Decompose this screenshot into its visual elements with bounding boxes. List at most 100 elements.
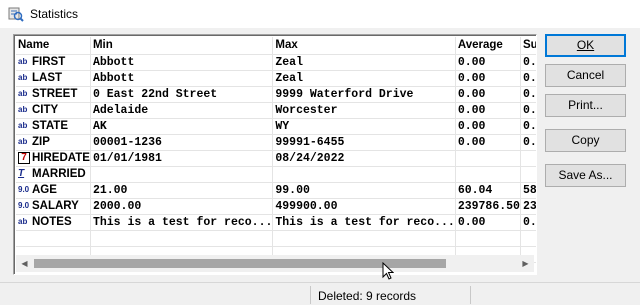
cell-empty (520, 230, 536, 247)
title-bar: Statistics (0, 0, 640, 28)
cell-average: 0.00 (455, 134, 521, 151)
cell-max: Zeal (272, 54, 456, 71)
text-type-icon: ab (18, 137, 28, 147)
table-row[interactable]: T MARRIED (16, 166, 536, 183)
cell-sum: 0.00 (520, 214, 536, 231)
cell-sum: 0.00 (520, 102, 536, 119)
text-type-icon: ab (18, 217, 28, 227)
field-name: ZIP (32, 136, 50, 148)
cell-max: 99.00 (272, 182, 456, 199)
cell-max: This is a test for reco... (272, 214, 456, 231)
cell-sum: 0.00 (520, 134, 536, 151)
cell-average: 60.04 (455, 182, 521, 199)
table-row[interactable]: 9.0AGE 21.0099.0060.045844303.00 (16, 182, 536, 199)
ok-button[interactable]: OK (545, 34, 626, 57)
table-row[interactable]: abCITYAdelaideWorcester0.000.00 (16, 102, 536, 119)
field-name: CITY (32, 104, 59, 116)
cell-max: 9999 Waterford Drive (272, 86, 456, 103)
cell-max: 499900.00 (272, 198, 456, 215)
cell-max: 99991-6455 (272, 134, 456, 151)
copy-button[interactable]: Copy (545, 129, 626, 152)
cancel-button[interactable]: Cancel (545, 64, 626, 87)
print-button[interactable]: Print... (545, 94, 626, 117)
cell-min: 00001-1236 (90, 134, 274, 151)
save-as-button[interactable]: Save As... (545, 164, 626, 187)
scroll-left-arrow-icon[interactable]: ◀ (16, 255, 33, 272)
cell-sum: 0.00 (520, 118, 536, 135)
column-header-max[interactable]: Max (272, 37, 456, 55)
column-header-average[interactable]: Average (455, 37, 521, 55)
text-type-icon: ab (18, 89, 28, 99)
dialog-client: Name Min Max Average Sum ab FIRST AbbottZe… (0, 28, 640, 305)
horizontal-scrollbar[interactable]: ◀ ▶ (16, 255, 534, 272)
field-name: AGE (32, 184, 57, 196)
statistics-app-icon (8, 7, 24, 22)
cell-sum: 5844303.00 (520, 182, 536, 199)
table-row-empty (16, 230, 536, 247)
cell-name: T MARRIED (16, 166, 91, 183)
field-name: HIREDATE (32, 152, 90, 165)
cell-max: WY (272, 118, 456, 135)
cell-min: Abbott (90, 70, 274, 87)
text-type-icon: ab (18, 121, 28, 131)
status-bar: Deleted: 9 records (0, 282, 640, 305)
text-type-icon: ab (18, 105, 28, 115)
table-row[interactable]: abSTATEAKWY0.000.00 (16, 118, 536, 135)
table-row[interactable]: abFIRSTAbbottZeal0.000.00 (16, 54, 536, 71)
field-name: FIRST (32, 56, 66, 68)
table-row[interactable]: abZIP00001-123699991-64550.000.00 (16, 134, 536, 151)
cell-max (272, 166, 456, 183)
status-divider (470, 286, 471, 304)
cell-min: This is a test for reco... (90, 214, 274, 231)
window-title: Statistics (30, 7, 79, 21)
cell-min: 21.00 (90, 182, 274, 199)
cell-name: 9.0 SALARY (16, 198, 91, 215)
cell-name: ab STATE (16, 118, 91, 135)
statistics-grid[interactable]: Name Min Max Average Sum ab FIRST AbbottZe… (13, 34, 537, 275)
cell-average: 0.00 (455, 214, 521, 231)
column-header-min[interactable]: Min (90, 37, 274, 55)
cell-empty (16, 230, 91, 247)
cell-min: Adelaide (90, 102, 274, 119)
cell-empty (455, 230, 521, 247)
column-header-sum[interactable]: Sum (520, 37, 536, 55)
cell-average: 0.00 (455, 118, 521, 135)
table-row[interactable]: 7 HIREDATE 01/01/1981 08/24/2022 (16, 150, 536, 167)
numeric-type-icon: 9.0 (18, 185, 30, 195)
ok-button-label: OK (576, 38, 595, 52)
cell-average: 0.00 (455, 102, 521, 119)
cell-name: ab STREET (16, 86, 91, 103)
table-row[interactable]: ab STREET 0 East 22nd Street 9999 Waterford… (16, 86, 536, 103)
text-type-icon: ab (18, 73, 28, 83)
cell-min: 0 East 22nd Street (90, 86, 274, 103)
cell-sum: 0.00 (520, 70, 536, 87)
grid-header-row: Name Min Max Average Sum (16, 37, 536, 55)
cell-sum: 0.00 (520, 54, 536, 71)
field-name: NOTES (32, 216, 72, 228)
cell-average (455, 150, 521, 167)
field-name: STREET (32, 88, 78, 100)
table-row[interactable]: 9.0SALARY2000.00499900.00239786.50233405… (16, 198, 536, 215)
field-name: MARRIED (32, 168, 86, 180)
text-type-icon: ab (18, 57, 28, 67)
cell-min: Abbott (90, 54, 274, 71)
numeric-type-icon: 9.0 (18, 201, 30, 211)
cell-min: AK (90, 118, 274, 135)
table-row[interactable]: abLASTAbbottZeal0.000.00 (16, 70, 536, 87)
cell-name: ab ZIP (16, 134, 91, 151)
cell-max: 08/24/2022 (272, 150, 456, 167)
cell-empty (90, 230, 274, 247)
cell-sum (520, 150, 536, 167)
status-divider (310, 286, 311, 304)
scroll-right-arrow-icon[interactable]: ▶ (517, 255, 534, 272)
cell-min: 2000.00 (90, 198, 274, 215)
cell-name: ab CITY (16, 102, 91, 119)
mouse-cursor-icon (382, 262, 394, 280)
cell-average: 0.00 (455, 54, 521, 71)
cell-min (90, 166, 274, 183)
column-header-name[interactable]: Name (16, 37, 91, 55)
cell-min: 01/01/1981 (90, 150, 274, 167)
field-name: SALARY (32, 200, 79, 212)
table-row[interactable]: ab NOTES This is a test for reco... This is… (16, 214, 536, 231)
cell-name: 7 HIREDATE (16, 150, 91, 167)
